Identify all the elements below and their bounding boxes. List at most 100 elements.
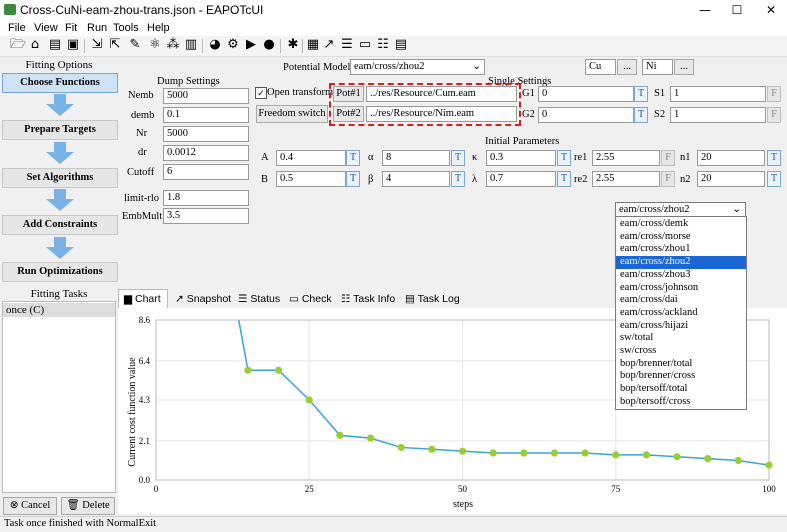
delete-button[interactable]: 🗑 Delete: [61, 497, 115, 515]
tab-status[interactable]: ☰ Status: [238, 291, 280, 307]
s1-toggle[interactable]: F: [767, 86, 781, 102]
dropdown-option[interactable]: eam/cross/hijazi: [616, 320, 746, 333]
dropdown-option[interactable]: eam/cross/zhou1: [616, 243, 746, 256]
chart-icon[interactable]: ↗: [322, 38, 336, 52]
pot2-path-input[interactable]: ../res/Resource/Nim.eam: [366, 106, 517, 122]
task-list[interactable]: once (C): [2, 301, 116, 493]
export-icon[interactable]: ⇱: [108, 38, 122, 52]
dr-input[interactable]: 0.0012: [163, 145, 249, 161]
freedom-switch-button[interactable]: Freedom switch: [256, 105, 328, 123]
open-transform-checkbox[interactable]: ✓: [255, 87, 267, 99]
param-n2-toggle[interactable]: T: [767, 171, 781, 187]
edit-icon[interactable]: ✎: [128, 38, 142, 52]
dropdown-option[interactable]: eam/cross/johnson: [616, 282, 746, 295]
param-a-toggle[interactable]: T: [346, 150, 360, 166]
dropdown-option[interactable]: eam/cross/ackland: [616, 307, 746, 320]
tab-check[interactable]: ▭ Check: [289, 291, 332, 307]
param-kappa-toggle[interactable]: T: [557, 150, 571, 166]
tab-task-log[interactable]: ▤ Task Log: [405, 291, 460, 307]
s2-input[interactable]: 1: [670, 107, 766, 123]
tab-snapshot[interactable]: ↗ Snapshot: [175, 291, 231, 307]
menu-view[interactable]: View: [34, 22, 58, 34]
histogram-icon[interactable]: ▥: [184, 38, 198, 52]
close-button[interactable]: ✕: [756, 0, 786, 20]
dropdown-option[interactable]: bop/tersoff/cross: [616, 396, 746, 409]
step-choose-functions[interactable]: Choose Functions: [2, 73, 118, 93]
param-n1-toggle[interactable]: T: [767, 150, 781, 166]
import-icon[interactable]: ⇲: [90, 38, 104, 52]
dropdown-option[interactable]: bop/tersoff/total: [616, 383, 746, 396]
bug-icon[interactable]: ✱: [286, 38, 300, 52]
step-prepare-targets[interactable]: Prepare Targets: [2, 120, 118, 140]
param-n1-input[interactable]: 20: [697, 150, 765, 166]
dropdown-option[interactable]: bop/brenner/cross: [616, 370, 746, 383]
tab-task-info[interactable]: ☷ Task Info: [341, 291, 395, 307]
step-add-constraints[interactable]: Add Constraints: [2, 215, 118, 235]
check-icon[interactable]: ▭: [358, 38, 372, 52]
param-a-input[interactable]: 0.4: [276, 150, 346, 166]
grid-icon[interactable]: ▦: [306, 38, 320, 52]
home-icon[interactable]: ⌂: [28, 38, 42, 52]
menu-file[interactable]: File: [8, 22, 26, 34]
dropdown-option[interactable]: eam/cross/zhou2: [616, 256, 746, 269]
param-alpha-input[interactable]: 8: [382, 150, 450, 166]
nemb-input[interactable]: 5000: [163, 88, 249, 104]
dropdown-option[interactable]: sw/cross: [616, 345, 746, 358]
param-lambda-input[interactable]: 0.7: [486, 171, 556, 187]
menu-fit[interactable]: Fit: [65, 22, 77, 34]
s1-input[interactable]: 1: [670, 86, 766, 102]
element2-browse-button[interactable]: ...: [674, 59, 694, 75]
run-icon[interactable]: ▶: [244, 38, 258, 52]
tab-chart[interactable]: ▆ Chart: [124, 291, 161, 307]
menu-help[interactable]: Help: [147, 22, 170, 34]
param-b-toggle[interactable]: T: [346, 171, 360, 187]
element1-browse-button[interactable]: ...: [617, 59, 637, 75]
param-alpha-toggle[interactable]: T: [451, 150, 465, 166]
g2-input[interactable]: 0: [538, 107, 634, 123]
molecule-icon[interactable]: ⁂: [166, 38, 180, 52]
param-re1-toggle[interactable]: F: [661, 150, 675, 166]
param-lambda-toggle[interactable]: T: [557, 171, 571, 187]
limit-rlo-input[interactable]: 1.8: [163, 190, 249, 206]
task-info-icon[interactable]: ☷: [376, 38, 390, 52]
minimize-button[interactable]: —: [690, 0, 720, 20]
step-run-optimizations[interactable]: Run Optimizations: [2, 262, 118, 282]
pot2-button[interactable]: Pot#2: [333, 106, 364, 122]
menu-tools[interactable]: Tools: [113, 22, 139, 34]
maximize-button[interactable]: ☐: [722, 0, 752, 20]
demb-input[interactable]: 0.1: [163, 107, 249, 123]
dropdown-option[interactable]: eam/cross/dai: [616, 294, 746, 307]
gears-icon[interactable]: ⚙: [226, 38, 240, 52]
task-log-icon[interactable]: ▤: [394, 38, 408, 52]
g1-toggle[interactable]: T: [634, 86, 648, 102]
param-re2-input[interactable]: 2.55: [592, 171, 660, 187]
cutoff-input[interactable]: 6: [163, 164, 249, 180]
s2-toggle[interactable]: F: [767, 107, 781, 123]
compass-icon[interactable]: ◕: [208, 38, 222, 52]
status-icon[interactable]: ☰: [340, 38, 354, 52]
menu-run[interactable]: Run: [87, 22, 107, 34]
param-re2-toggle[interactable]: F: [661, 171, 675, 187]
param-kappa-input[interactable]: 0.3: [486, 150, 556, 166]
dropdown-option[interactable]: eam/cross/demk: [616, 218, 746, 231]
param-b-input[interactable]: 0.5: [276, 171, 346, 187]
g1-input[interactable]: 0: [538, 86, 634, 102]
dropdown-option[interactable]: bop/brenner/total: [616, 358, 746, 371]
dropdown-option[interactable]: eam/cross/zhou3: [616, 269, 746, 282]
param-beta-toggle[interactable]: T: [451, 171, 465, 187]
atom-icon[interactable]: ⚛: [148, 38, 162, 52]
embmult-input[interactable]: 3.5: [163, 208, 249, 224]
param-re1-input[interactable]: 2.55: [592, 150, 660, 166]
param-n2-input[interactable]: 20: [697, 171, 765, 187]
save-icon[interactable]: ▤: [48, 38, 62, 52]
stop-icon[interactable]: ●: [262, 38, 276, 52]
dropdown-option[interactable]: sw/total: [616, 332, 746, 345]
save-as-icon[interactable]: ▣: [66, 38, 80, 52]
open-folder-icon[interactable]: 🗁: [10, 38, 26, 52]
element1-field[interactable]: Cu: [585, 59, 616, 75]
cancel-button[interactable]: ⊗ Cancel: [3, 497, 57, 515]
nr-input[interactable]: 5000: [163, 126, 249, 142]
pot1-button[interactable]: Pot#1: [333, 86, 364, 102]
potential-model-select[interactable]: eam/cross/zhou2 ⌄: [350, 59, 485, 75]
g2-toggle[interactable]: T: [634, 107, 648, 123]
